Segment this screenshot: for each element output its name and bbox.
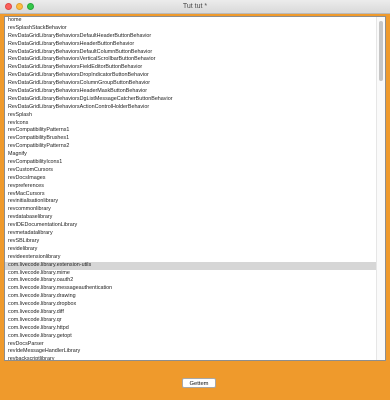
list-item[interactable]: revSplashStackBehavior	[5, 25, 376, 33]
list-item[interactable]: com.livecode.library.messageauthenticati…	[5, 285, 376, 293]
gettem-button[interactable]: Gettem	[182, 378, 216, 388]
window-title: Tut tut *	[182, 3, 208, 10]
list-item[interactable]: RevDataGridLibraryBehaviorsFieldEditorBu…	[5, 64, 376, 72]
list-item[interactable]: com.livecode.library.diff	[5, 309, 376, 317]
stack-list-items: home revSplashStackBehavior RevDataGridLib…	[5, 17, 376, 360]
list-item[interactable]: RevDataGridLibraryBehaviorsDropIndicator…	[5, 72, 376, 80]
list-item[interactable]: RevDataGridLibraryBehaviorsDefaultHeader…	[5, 33, 376, 41]
list-item[interactable]: revMacCursors	[5, 191, 376, 199]
list-item[interactable]: com.livecode.library.qr	[5, 317, 376, 325]
list-item[interactable]: com.livecode.library.extension-utils	[5, 261, 376, 270]
list-item[interactable]: revDocsImages	[5, 175, 376, 183]
window-titlebar[interactable]: Tut tut *	[0, 0, 390, 14]
list-item[interactable]: RevDataGridLibraryBehaviorsActionControl…	[5, 104, 376, 112]
list-item[interactable]: revDocsParser	[5, 341, 376, 349]
list-item[interactable]: revcommonlibrary	[5, 206, 376, 214]
list-item[interactable]: revSBLibrary	[5, 238, 376, 246]
list-item[interactable]: com.livecode.library.dropbox	[5, 301, 376, 309]
list-item[interactable]: revIdeMessageHandlerLibrary	[5, 348, 376, 356]
list-item[interactable]: revCompatibilityBrushes1	[5, 135, 376, 143]
list-item[interactable]: revpreferences	[5, 183, 376, 191]
list-item[interactable]: RevDataGridLibraryBehaviorsHeaderButtonB…	[5, 41, 376, 49]
list-item[interactable]: RevDataGridLibraryBehaviorsColumnGroupBu…	[5, 80, 376, 88]
list-item[interactable]: Magnify	[5, 151, 376, 159]
list-item[interactable]: revIcons	[5, 120, 376, 128]
list-item[interactable]: revmetadatalibrary	[5, 230, 376, 238]
list-item[interactable]: RevDataGridLibraryBehaviorsVerticalScrol…	[5, 56, 376, 64]
vertical-scrollbar[interactable]	[376, 17, 385, 360]
list-item[interactable]: RevDataGridLibraryBehaviorsHeaderMaskBut…	[5, 88, 376, 96]
list-item[interactable]: revCompatibilityIcons1	[5, 159, 376, 167]
scrollbar-thumb[interactable]	[379, 21, 383, 81]
list-item[interactable]: RevDataGridLibraryBehaviorsDefaultColumn…	[5, 49, 376, 57]
list-item[interactable]: revideextensionlibrary	[5, 254, 376, 262]
list-item[interactable]: revCompatibilityPatterns2	[5, 143, 376, 151]
list-item[interactable]: home	[5, 17, 376, 25]
list-item[interactable]: com.livecode.library.httpd	[5, 325, 376, 333]
list-item[interactable]: revinitialisationlibrary	[5, 198, 376, 206]
list-item[interactable]: revCompatibilityPatterns1	[5, 127, 376, 135]
list-item[interactable]: revSplash	[5, 112, 376, 120]
list-item[interactable]: revidelibrary	[5, 246, 376, 254]
stack-list[interactable]: home revSplashStackBehavior RevDataGridLib…	[4, 16, 386, 361]
list-item[interactable]: revbackscriptlibrary	[5, 356, 376, 360]
list-item[interactable]: revCustomCursors	[5, 167, 376, 175]
list-item[interactable]: com.livecode.library.mime	[5, 270, 376, 278]
list-item[interactable]: com.livecode.library.getopt	[5, 333, 376, 341]
list-item[interactable]: com.livecode.library.oauth2	[5, 277, 376, 285]
list-item[interactable]: RevDataGridLibraryBehaviorsDgListMessage…	[5, 96, 376, 104]
list-item[interactable]: revdatabaselibrary	[5, 214, 376, 222]
list-item[interactable]: revIDEDocumentationLibrary	[5, 222, 376, 230]
list-item[interactable]: com.livecode.library.drawing	[5, 293, 376, 301]
